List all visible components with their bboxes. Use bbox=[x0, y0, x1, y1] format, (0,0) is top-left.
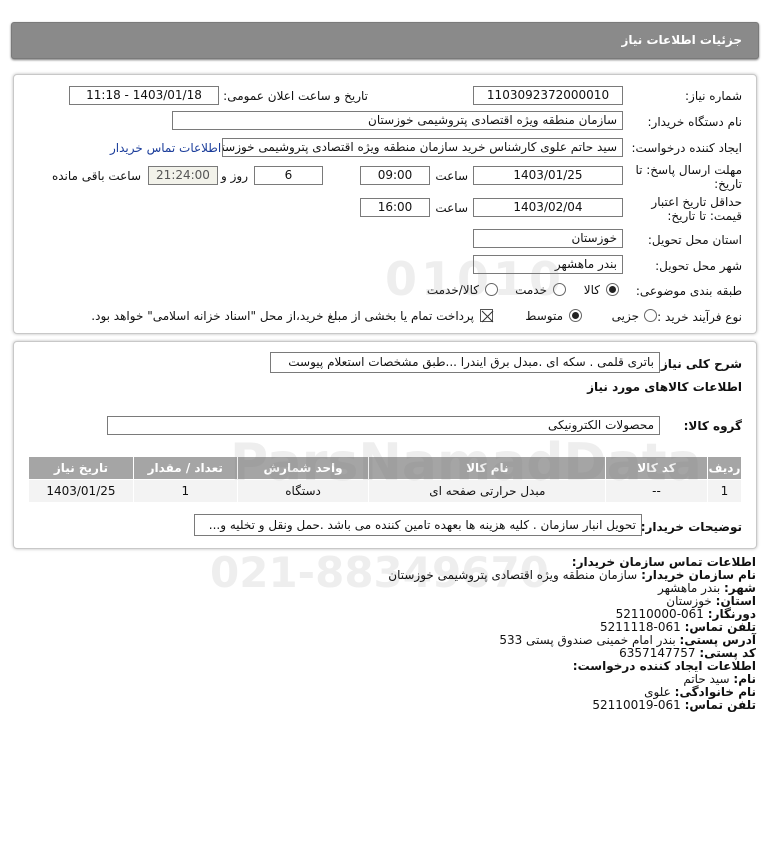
city-label: شهر محل تحویل: bbox=[655, 259, 742, 273]
contact-phone: 061-5211118 bbox=[600, 620, 681, 634]
treasury-checkbox[interactable] bbox=[480, 309, 494, 323]
process-label: نوع فرآیند خرید : bbox=[657, 310, 742, 324]
deadline-time-label: ساعت bbox=[435, 169, 468, 183]
header-name: نام کالا bbox=[368, 456, 607, 480]
contact-province: خوزستان bbox=[666, 594, 712, 608]
province-label: استان محل تحویل: bbox=[647, 233, 742, 247]
header-code: کد کالا bbox=[605, 456, 708, 480]
creator-name-label: نام: bbox=[733, 672, 756, 686]
contact-postal: 6357147757 bbox=[619, 646, 696, 660]
checkbox-cross-icon bbox=[481, 310, 494, 323]
contact-org-line: نام سازمان خریدار: سازمان منطقه ویژه اقت… bbox=[96, 569, 756, 582]
creator-phone-label: تلفن تماس: bbox=[684, 698, 756, 712]
validity-label-1: حداقل تاریخ اعتبار bbox=[651, 195, 742, 209]
contact-city-line: شهر: بندر ماهشهر bbox=[96, 582, 756, 595]
goods-table: ردیف کد کالا نام کالا واحد شمارش تعداد /… bbox=[28, 456, 743, 503]
category-option-goods: کالا bbox=[583, 283, 600, 297]
contact-org: سازمان منطقه ویژه اقتصادی پتروشیمی خوزست… bbox=[388, 568, 638, 582]
cell-qty: 1 bbox=[132, 479, 238, 503]
days-label: روز و bbox=[221, 169, 248, 183]
validity-date-field: 1403/02/04 bbox=[473, 198, 623, 217]
province-field: خوزستان bbox=[473, 229, 623, 248]
city-field: بندر ماهشهر bbox=[473, 255, 623, 274]
deadline-time-field: 09:00 bbox=[360, 166, 430, 185]
validity-time-field: 16:00 bbox=[360, 198, 430, 217]
validity-time-label: ساعت bbox=[435, 201, 468, 215]
contact-fax-label: دورنگار: bbox=[707, 607, 756, 621]
table-header-row: ردیف کد کالا نام کالا واحد شمارش تعداد /… bbox=[28, 456, 743, 480]
creator-phone: 061-52110019 bbox=[592, 698, 681, 712]
payment-note: پرداخت تمام یا بخشی از مبلغ خرید،از محل … bbox=[91, 309, 474, 323]
contact-province-label: استان: bbox=[715, 594, 756, 608]
category-radio-both[interactable] bbox=[485, 283, 498, 296]
cell-unit: دستگاه bbox=[236, 479, 370, 503]
category-option-both: کالا/خدمت bbox=[426, 283, 479, 297]
header-qty: تعداد / مقدار bbox=[132, 456, 238, 480]
category-option-service: خدمت bbox=[515, 283, 547, 297]
validity-label-2: قیمت: تا تاریخ: bbox=[667, 209, 742, 223]
category-radio-service[interactable] bbox=[553, 283, 566, 296]
creator-name: سید حاتم bbox=[683, 672, 730, 686]
days-field: 6 bbox=[254, 166, 323, 185]
deadline-label-2: تاریخ: bbox=[714, 177, 742, 191]
cell-name: مبدل حرارتی صفحه ای bbox=[368, 479, 607, 503]
contact-address: بندر امام خمینی صندوق پستی 533 bbox=[499, 633, 676, 647]
contact-postal-label: کد پستی: bbox=[699, 646, 756, 660]
category-label: طبقه بندی موضوعی: bbox=[635, 284, 742, 298]
contact-info-link[interactable]: اطلاعات تماس خریدار bbox=[110, 141, 221, 155]
buyer-notes-field: تحویل انبار سازمان . کلیه هزینه ها بعهده… bbox=[194, 514, 642, 536]
cell-date: 1403/01/25 bbox=[28, 479, 134, 503]
summary-field: باتری قلمی . سکه ای .مبدل برق ایندرا ...… bbox=[270, 352, 660, 373]
cell-row-no: 1 bbox=[706, 479, 743, 503]
creator-field: سید حاتم علوی کارشناس خرید سازمان منطقه … bbox=[222, 138, 623, 157]
category-radio-goods[interactable] bbox=[606, 283, 619, 296]
process-option-minor: جزیی bbox=[611, 309, 639, 323]
creator-family-label: نام خانوادگی: bbox=[674, 685, 756, 699]
contact-phone-label: تلفن تماس: bbox=[684, 620, 756, 634]
process-option-medium: متوسط bbox=[525, 309, 563, 323]
page-title: جزئیات اطلاعات نیاز bbox=[621, 33, 742, 47]
buyer-org-label: نام دستگاه خریدار: bbox=[647, 115, 743, 129]
contact-address-label: آدرس پستی: bbox=[679, 633, 756, 647]
contact-info: اطلاعات تماس سازمان خریدار: نام سازمان خ… bbox=[96, 556, 756, 712]
creator-family: علوی bbox=[644, 685, 671, 699]
page-header: جزئیات اطلاعات نیاز bbox=[11, 22, 759, 59]
deadline-label-1: مهلت ارسال پاسخ: تا bbox=[635, 163, 742, 177]
announce-field: 1403/01/18 - 11:18 bbox=[69, 86, 219, 105]
remaining-time-field: 21:24:00 bbox=[148, 166, 218, 185]
need-number-field: 1103092372000010 bbox=[473, 86, 623, 105]
creator-info-title: اطلاعات ایجاد کننده درخواست: bbox=[572, 659, 756, 673]
buyer-notes-label: توضیحات خریدار: bbox=[640, 520, 742, 534]
group-field: محصولات الکترونیکی bbox=[107, 416, 660, 435]
contact-city-label: شهر: bbox=[724, 581, 756, 595]
table-row: 1 -- مبدل حرارتی صفحه ای دستگاه 1 1403/0… bbox=[28, 479, 743, 503]
header-row-no: ردیف bbox=[706, 456, 743, 480]
group-label: گروه کالا: bbox=[683, 419, 742, 433]
summary-label: شرح کلی نیاز: bbox=[656, 357, 742, 371]
need-number-label: شماره نیاز: bbox=[685, 89, 742, 103]
creator-label: ایجاد کننده درخواست: bbox=[631, 141, 742, 155]
contact-org-label: نام سازمان خریدار: bbox=[641, 568, 756, 582]
deadline-date-field: 1403/01/25 bbox=[473, 166, 623, 185]
announce-label: تاریخ و ساعت اعلان عمومی: bbox=[223, 89, 368, 103]
process-radio-minor[interactable] bbox=[644, 309, 657, 322]
header-unit: واحد شمارش bbox=[236, 456, 370, 480]
contact-city: بندر ماهشهر bbox=[658, 581, 721, 595]
cell-code: -- bbox=[605, 479, 708, 503]
process-radio-medium[interactable] bbox=[569, 309, 582, 322]
buyer-org-field: سازمان منطقه ویژه اقتصادی پتروشیمی خوزست… bbox=[172, 111, 623, 130]
goods-info-title: اطلاعات کالاهای مورد نیاز bbox=[587, 380, 742, 394]
contact-fax: 061-52110000 bbox=[615, 607, 704, 621]
creator-phone-line: تلفن تماس: 061-52110019 bbox=[96, 699, 756, 712]
header-date: تاریخ نیاز bbox=[28, 456, 134, 480]
remaining-label: ساعت باقی مانده bbox=[51, 169, 141, 183]
